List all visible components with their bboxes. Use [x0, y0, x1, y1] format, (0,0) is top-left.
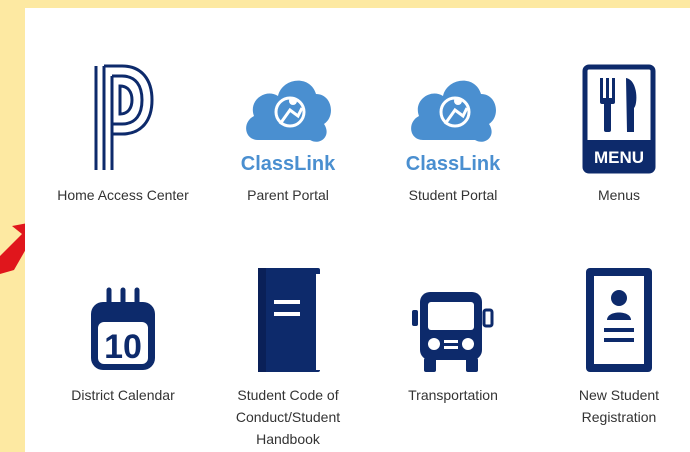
- classlink-logo-text: ClassLink: [406, 153, 501, 174]
- links-panel: Home Access Center ClassLink Parent Port…: [25, 8, 690, 452]
- tile-label: Home Access Center: [57, 187, 189, 203]
- tile-label: District Calendar: [71, 387, 175, 403]
- book-icon: [258, 268, 320, 372]
- tile-student-portal[interactable]: ClassLink Student Portal: [373, 62, 533, 206]
- calendar-date-text: 10: [104, 328, 142, 366]
- tile-label: New Student Registration: [578, 387, 660, 425]
- registration-form-icon: [586, 268, 652, 372]
- calendar-icon: 10: [91, 287, 155, 370]
- tile-menus[interactable]: MENU Menus: [539, 62, 690, 206]
- tile-transportation[interactable]: Transportation: [373, 262, 533, 406]
- tile-home-access-center[interactable]: Home Access Center: [43, 62, 203, 206]
- tile-label: Student Code of Conduct/Student Handbook: [235, 387, 341, 447]
- tile-parent-portal[interactable]: ClassLink Parent Portal: [208, 62, 368, 206]
- powerschool-p-icon: [94, 64, 154, 170]
- tile-label: Parent Portal: [247, 187, 329, 203]
- menu-fork-knife-icon: MENU: [582, 64, 656, 174]
- tile-label: Student Portal: [408, 187, 498, 203]
- page: Home Access Center ClassLink Parent Port…: [0, 0, 690, 452]
- tile-new-student-registration[interactable]: New Student Registration: [539, 262, 690, 428]
- tile-student-code-of-conduct[interactable]: Student Code of Conduct/Student Handbook: [208, 262, 368, 450]
- bus-icon: [412, 292, 494, 372]
- classlink-logo-text: ClassLink: [241, 153, 336, 174]
- tile-label: Menus: [597, 187, 641, 203]
- classlink-cloud-icon: ClassLink: [406, 80, 501, 174]
- menu-badge-text: MENU: [594, 148, 644, 167]
- tile-label: Transportation: [408, 387, 498, 403]
- tile-district-calendar[interactable]: 10 District Calendar: [43, 262, 203, 406]
- classlink-cloud-icon: ClassLink: [241, 80, 336, 174]
